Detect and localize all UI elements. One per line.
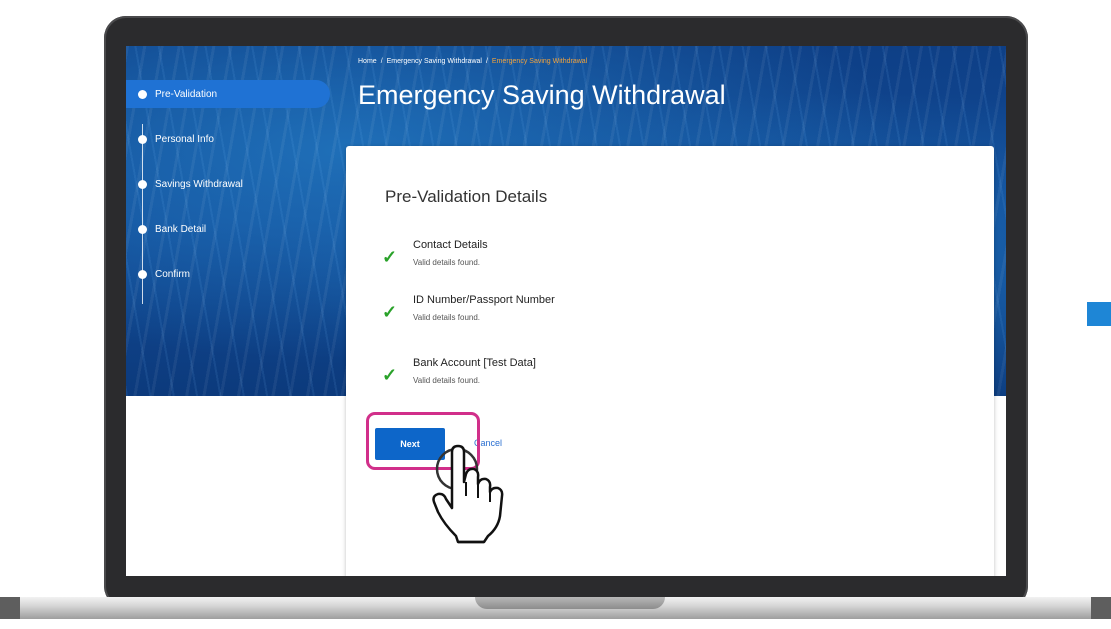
hand-pointer-icon <box>432 444 504 544</box>
step-pre-validation[interactable]: Pre-Validation <box>126 80 330 108</box>
step-savings-withdrawal[interactable]: Savings Withdrawal <box>126 170 336 198</box>
validation-item-id: ✓ ID Number/Passport Number Valid detail… <box>382 294 782 330</box>
validation-item-title: Bank Account [Test Data] <box>413 357 536 369</box>
step-label: Personal Info <box>155 133 214 145</box>
step-bank-detail[interactable]: Bank Detail <box>126 215 336 243</box>
step-label: Pre-Validation <box>155 88 218 100</box>
laptop-notch <box>475 597 665 609</box>
validation-item-status: Valid details found. <box>413 376 481 385</box>
breadcrumb: Home / Emergency Saving Withdrawal / Emergen… <box>358 58 587 65</box>
breadcrumb-separator: / <box>485 58 488 65</box>
validation-item-status: Valid details found. <box>413 313 481 322</box>
validation-item-title: ID Number/Passport Number <box>413 294 555 306</box>
step-dot-icon <box>138 179 147 189</box>
validation-item-contact: ✓ Contact Details Valid details found. <box>382 239 782 275</box>
breadcrumb-separator: / <box>380 58 383 65</box>
step-dot-icon <box>138 269 147 279</box>
checkmark-icon: ✓ <box>382 247 398 267</box>
page-marker <box>1087 302 1111 326</box>
step-label: Bank Detail <box>155 223 207 235</box>
breadcrumb-parent[interactable]: Emergency Saving Withdrawal <box>387 58 482 65</box>
card-title: Pre-Validation Details <box>385 187 548 206</box>
validation-item-status: Valid details found. <box>413 258 481 267</box>
checkmark-icon: ✓ <box>382 302 398 322</box>
step-dot-icon <box>138 224 147 234</box>
step-label: Confirm <box>155 268 191 280</box>
validation-item-bank: ✓ Bank Account [Test Data] Valid details… <box>382 357 782 393</box>
step-dot-icon <box>138 89 147 99</box>
page-title: Emergency Saving Withdrawal <box>358 80 726 110</box>
laptop-base-edge <box>1091 597 1111 619</box>
breadcrumb-current: Emergency Saving Withdrawal <box>491 58 588 65</box>
step-personal-info[interactable]: Personal Info <box>126 125 336 153</box>
step-label: Savings Withdrawal <box>155 178 243 190</box>
validation-item-title: Contact Details <box>413 239 488 251</box>
app-screen: Pre-Validation Personal Info Savings Wit… <box>126 46 1006 576</box>
step-dot-icon <box>138 134 147 144</box>
breadcrumb-home[interactable]: Home <box>358 58 377 65</box>
checkmark-icon: ✓ <box>382 365 398 385</box>
laptop-base-edge <box>0 597 20 619</box>
step-confirm[interactable]: Confirm <box>126 260 336 288</box>
progress-stepper: Pre-Validation Personal Info Savings Wit… <box>126 80 336 305</box>
